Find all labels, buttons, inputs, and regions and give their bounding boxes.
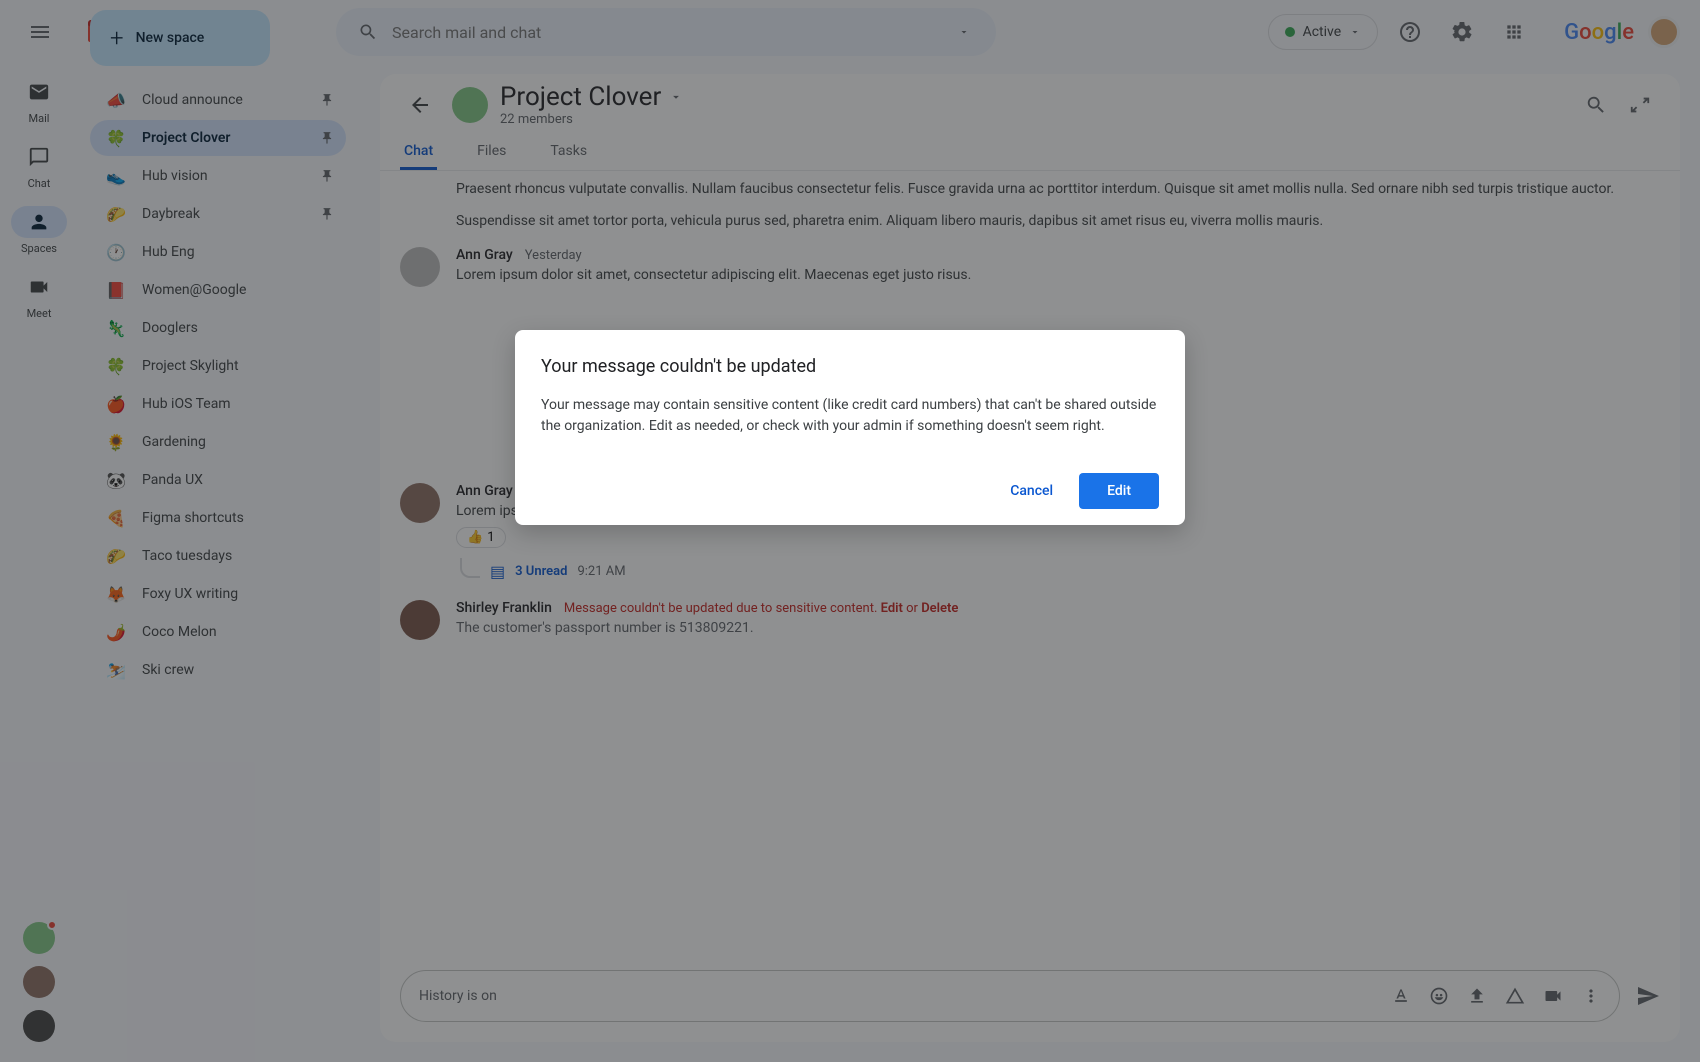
edit-button[interactable]: Edit — [1079, 473, 1159, 509]
modal-overlay: Your message couldn't be updated Your me… — [0, 0, 1700, 1062]
cancel-button[interactable]: Cancel — [992, 473, 1071, 509]
modal-actions: Cancel Edit — [541, 473, 1159, 509]
modal-title: Your message couldn't be updated — [541, 356, 1159, 377]
dlp-modal: Your message couldn't be updated Your me… — [515, 330, 1185, 525]
modal-body: Your message may contain sensitive conte… — [541, 395, 1159, 437]
